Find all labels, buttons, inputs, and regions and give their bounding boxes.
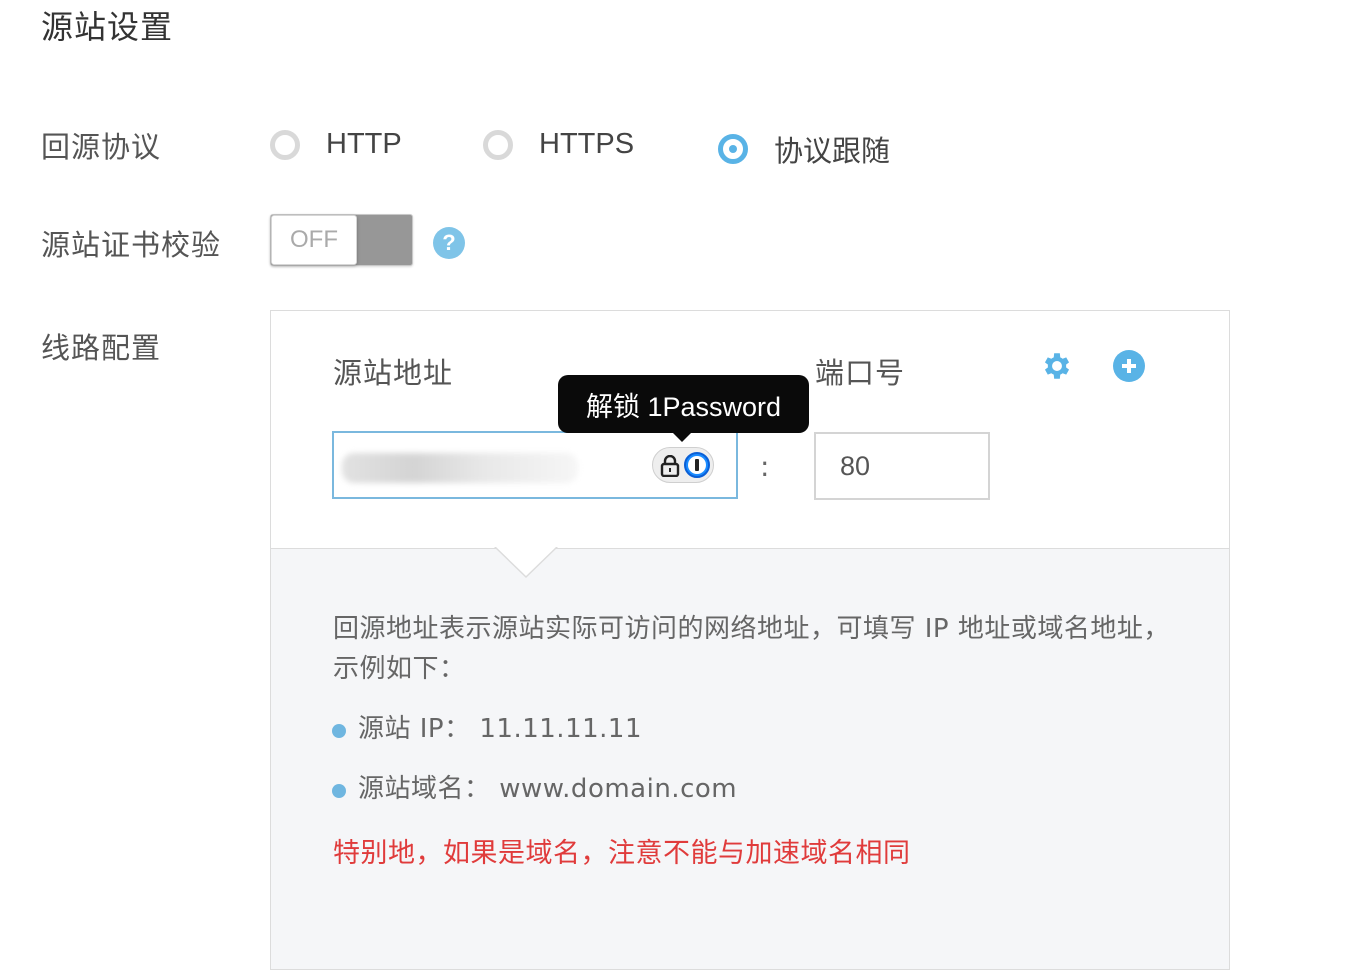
example-ip: 源站 IP： 11.11.11.11 <box>358 714 643 744</box>
port-column-header: 端口号 <box>815 356 906 390</box>
plus-glyph <box>1122 359 1136 373</box>
port-input[interactable]: 80 <box>814 432 990 500</box>
cert-check-label: 源站证书校验 <box>41 228 222 262</box>
warning-text: 特别地，如果是域名，注意不能与加速域名相同 <box>333 838 911 869</box>
radio-https[interactable]: HTTPS <box>483 128 634 161</box>
redacted-address-value <box>342 453 578 483</box>
page-title: 源站设置 <box>41 8 174 46</box>
tooltip-arrow <box>671 431 693 442</box>
gear-icon[interactable] <box>1040 349 1074 383</box>
radio-circle[interactable] <box>483 129 513 160</box>
radio-circle[interactable] <box>270 129 300 160</box>
onepassword-button[interactable] <box>652 447 714 483</box>
plus-circle-icon[interactable] <box>1113 350 1145 382</box>
address-port-separator: : <box>760 450 770 483</box>
bullet-dot <box>332 784 346 798</box>
radio-circle-selected[interactable] <box>718 134 748 164</box>
bullet-dot <box>332 724 346 738</box>
radio-follow-protocol-label: 协议跟随 <box>774 134 891 168</box>
radio-https-label: HTTPS <box>539 128 635 160</box>
origin-protocol-label: 回源协议 <box>41 130 162 164</box>
onepassword-icon <box>684 452 710 478</box>
radio-follow-protocol[interactable]: 协议跟随 <box>718 128 890 170</box>
onepassword-tooltip: 解锁 1Password <box>558 375 809 433</box>
radio-http[interactable]: HTTP <box>270 128 402 161</box>
radio-http-label: HTTP <box>326 128 402 160</box>
address-description: 回源地址表示源站实际可访问的网络地址，可填写 IP 地址或域名地址，示例如下： <box>333 614 1170 684</box>
address-column-header: 源站地址 <box>333 356 454 390</box>
toggle-knob[interactable]: OFF <box>271 215 357 265</box>
question-icon[interactable]: ? <box>433 227 465 259</box>
example-domain: 源站域名： www.domain.com <box>358 774 738 804</box>
lock-icon <box>660 455 680 477</box>
line-config-label: 线路配置 <box>41 331 162 365</box>
cert-check-toggle[interactable]: OFF <box>270 214 413 266</box>
